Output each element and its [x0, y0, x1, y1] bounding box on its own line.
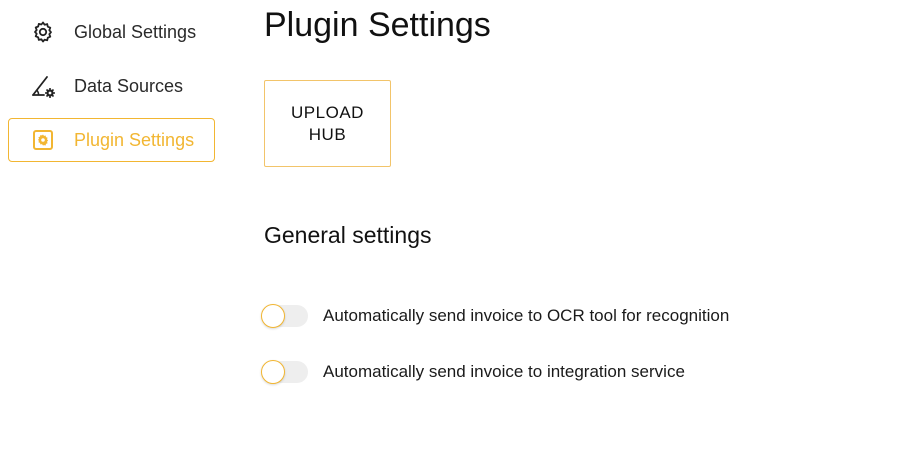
setting-row-ocr: Automatically send invoice to OCR tool f… — [260, 301, 729, 331]
toggle-thumb — [261, 304, 285, 328]
data-sources-icon — [30, 73, 56, 99]
sidebar-item-label: Plugin Settings — [74, 129, 195, 150]
integration-toggle[interactable] — [260, 360, 309, 384]
upload-hub-button[interactable]: UPLOAD HUB — [264, 80, 391, 167]
upload-hub-label: UPLOAD HUB — [291, 102, 364, 146]
sidebar-item-global-settings[interactable]: Global Settings — [8, 10, 215, 54]
sidebar-item-plugin-settings[interactable]: Plugin Settings — [8, 118, 215, 162]
sidebar: Global Settings Data Sources Plugin Sett… — [0, 0, 230, 471]
integration-setting-label: Automatically send invoice to integratio… — [323, 362, 685, 381]
upload-hub-label-line2: HUB — [308, 124, 347, 144]
page-title: Plugin Settings — [264, 6, 491, 44]
gear-icon — [30, 19, 56, 45]
setting-row-integration: Automatically send invoice to integratio… — [260, 357, 685, 387]
plugin-gear-icon — [30, 127, 56, 153]
sidebar-item-label: Data Sources — [74, 75, 184, 96]
ocr-setting-label: Automatically send invoice to OCR tool f… — [323, 306, 730, 325]
sidebar-item-label: Global Settings — [74, 21, 197, 42]
toggle-thumb — [261, 360, 285, 384]
ocr-toggle[interactable] — [260, 304, 309, 328]
upload-hub-label-line1: UPLOAD — [291, 102, 364, 122]
sidebar-item-data-sources[interactable]: Data Sources — [8, 64, 215, 108]
section-title: General settings — [264, 222, 432, 248]
